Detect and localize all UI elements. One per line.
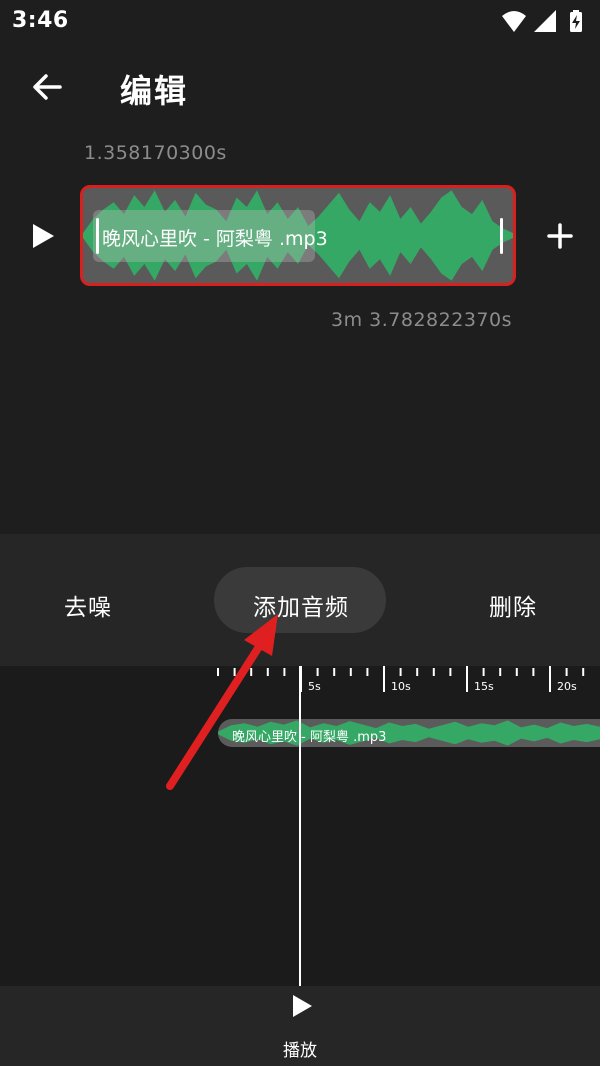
back-arrow-icon[interactable] xyxy=(28,68,66,106)
clip-name: 晚风心里吹 - 阿梨粤 .mp3 xyxy=(102,228,328,250)
play-button-label[interactable]: 播放 xyxy=(283,1036,317,1061)
trim-handle-right[interactable] xyxy=(500,218,503,254)
wifi-icon xyxy=(502,11,526,32)
play-icon[interactable] xyxy=(291,994,313,1018)
tick-label: 15s xyxy=(474,680,494,693)
tick-label: 5s xyxy=(308,680,321,693)
battery-charging-icon xyxy=(570,10,582,32)
play-icon[interactable] xyxy=(30,222,56,250)
tick-label: 10s xyxy=(391,680,411,693)
tick-label: 20s xyxy=(557,680,577,693)
page-title: 编辑 xyxy=(120,72,189,110)
start-time: 1.358170300s xyxy=(84,142,227,164)
menu-delete[interactable]: 删除 xyxy=(489,588,537,622)
signal-icon xyxy=(534,10,556,32)
plus-icon[interactable] xyxy=(545,221,575,251)
status-time: 3:46 xyxy=(12,8,69,33)
clip-selection[interactable]: 晚风心里吹 - 阿梨粤 .mp3 xyxy=(80,185,516,286)
end-time: 3m 3.782822370s xyxy=(331,309,512,331)
menu-denoise[interactable]: 去噪 xyxy=(64,588,112,622)
playhead[interactable] xyxy=(299,666,301,986)
red-arrow-icon xyxy=(166,614,278,790)
trim-handle-left[interactable] xyxy=(96,218,99,254)
status-icons xyxy=(502,10,582,32)
